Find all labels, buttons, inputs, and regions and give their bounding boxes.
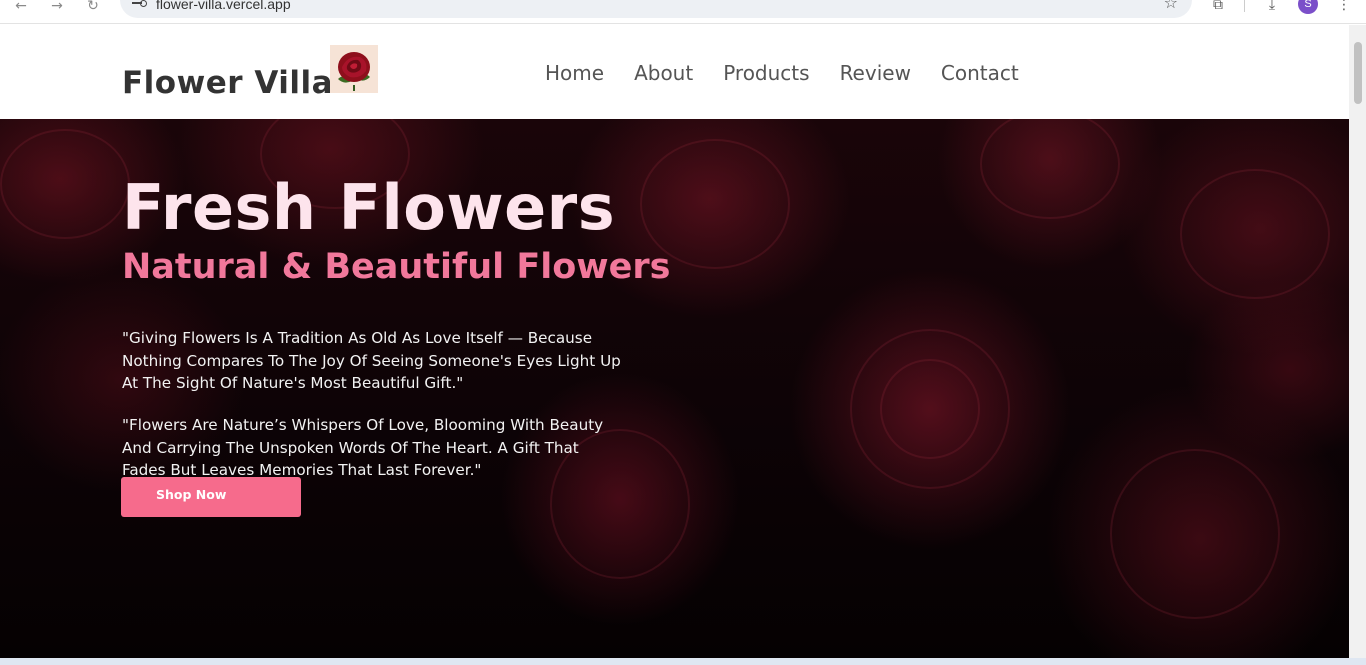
hero-quote-2: "Flowers Are Nature’s Whispers Of Love, … <box>122 416 604 479</box>
hero-section: Fresh Flowers Natural & Beautiful Flower… <box>0 119 1349 658</box>
forward-icon[interactable]: → <box>46 0 68 16</box>
rose-logo-icon[interactable] <box>330 45 378 93</box>
hero-quote-1: "Giving Flowers Is A Tradition As Old As… <box>122 329 621 392</box>
hero-subtitle: Natural & Beautiful Flowers <box>122 247 671 287</box>
page-scrollbar[interactable] <box>1349 25 1366 658</box>
hero-title: Fresh Flowers <box>122 171 616 244</box>
bookmark-star-icon[interactable]: ☆ <box>1164 0 1178 11</box>
rose-decoration <box>880 359 980 459</box>
nav-review[interactable]: Review <box>840 61 911 85</box>
site-header: Flower Villa Home About Products Review … <box>0 25 1349 119</box>
rose-decoration <box>0 129 130 239</box>
download-icon[interactable]: ⤓ <box>1262 0 1282 14</box>
nav-products[interactable]: Products <box>723 61 809 85</box>
site-info-icon[interactable] <box>132 0 147 10</box>
page-viewport: Flower Villa Home About Products Review … <box>0 25 1349 658</box>
nav-contact[interactable]: Contact <box>941 61 1019 85</box>
nav-about[interactable]: About <box>634 61 693 85</box>
rose-decoration <box>980 119 1120 219</box>
bottom-strip <box>0 658 1366 665</box>
toolbar-divider <box>1244 0 1245 12</box>
url-text[interactable]: flower-villa.vercel.app <box>156 0 291 12</box>
rose-decoration <box>1110 449 1280 619</box>
scrollbar-thumb[interactable] <box>1354 42 1362 104</box>
shop-now-button[interactable]: Shop Now <box>121 477 301 517</box>
menu-dots-icon[interactable]: ⋮ <box>1334 0 1354 14</box>
nav-home[interactable]: Home <box>545 61 604 85</box>
logo-text[interactable]: Flower Villa <box>122 65 333 101</box>
extensions-icon[interactable]: ⧉ <box>1208 0 1228 14</box>
profile-avatar[interactable]: S <box>1298 0 1318 14</box>
rose-decoration <box>1180 169 1330 299</box>
main-nav: Home About Products Review Contact <box>545 61 1049 85</box>
address-bar[interactable]: flower-villa.vercel.app ☆ <box>120 0 1192 18</box>
back-icon[interactable]: ← <box>10 0 32 16</box>
reload-icon[interactable]: ↻ <box>82 0 104 16</box>
browser-toolbar: ← → ↻ flower-villa.vercel.app ☆ ⧉ ⤓ S ⋮ <box>0 0 1366 24</box>
